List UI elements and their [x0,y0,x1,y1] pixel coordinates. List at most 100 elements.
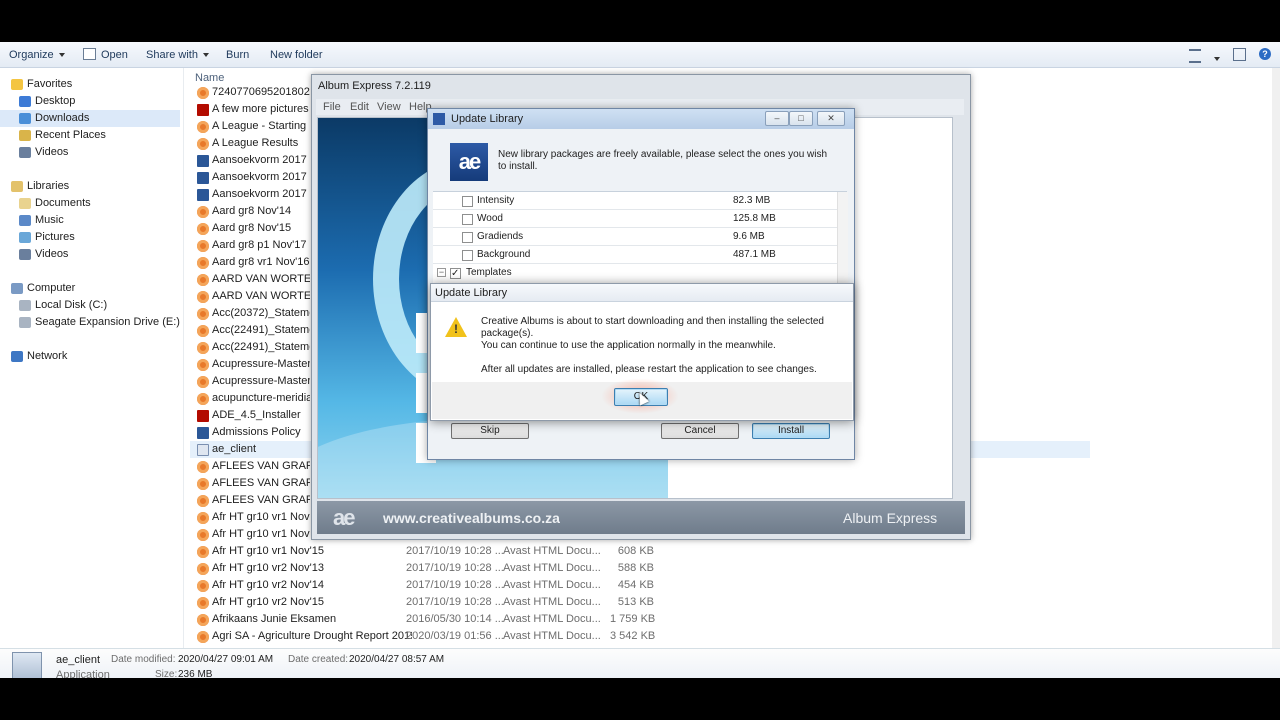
checkbox-gradiends[interactable] [462,232,473,243]
videos-icon [19,147,31,158]
details-pane: ae_client Application Date modified: 202… [0,648,1280,678]
scrollbar[interactable] [1272,68,1280,648]
group-name: Templates [466,267,512,278]
nav-documents[interactable]: Documents [0,195,180,212]
nav-recent-places[interactable]: Recent Places [0,127,180,144]
package-name: Wood [477,213,503,224]
file-type: Avast HTML Docu... [503,545,601,557]
update-library-title: Update Library [451,113,524,125]
open-button[interactable]: Open [83,47,128,63]
file-row[interactable]: Afr HT gr10 vr2 Nov'13 2017/10/19 10:28 .… [190,560,1090,577]
checkbox-intensity[interactable] [462,196,473,207]
red-icon [197,104,209,116]
package-group-row[interactable]: − Templates [433,264,837,282]
album-express-footer: ae www.creativealbums.co.za Album Expres… [317,501,965,534]
nav-pictures[interactable]: Pictures [0,229,180,246]
file-size: 454 KB [617,579,654,591]
maximize-button[interactable]: □ [789,111,813,126]
orange-icon [197,223,209,235]
file-size: 588 KB [617,562,654,574]
file-name: Aard gr8 vr1 Nov'16 [212,256,310,268]
close-button[interactable]: ✕ [817,111,845,126]
nav-seagate-label: Seagate Expansion Drive (E:) [35,316,180,328]
nav-local-disk[interactable]: Local Disk (C:) [0,297,180,314]
word-icon [197,172,209,184]
nav-desktop[interactable]: Desktop [0,93,180,110]
network-icon [11,351,23,362]
size-value: 236 MB [178,669,213,678]
cancel-button[interactable]: Cancel [661,423,739,439]
nav-music[interactable]: Music [0,212,180,229]
name-column-header[interactable]: Name [195,72,224,84]
nav-videos-favorite[interactable]: Videos [0,144,180,161]
package-row[interactable]: Intensity 82.3 MB [433,192,837,210]
package-row[interactable]: Background 487.1 MB [433,246,837,264]
footer-ae-logo: ae [333,505,356,530]
install-button[interactable]: Install [752,423,830,439]
orange-icon [197,614,209,626]
nav-pictures-label: Pictures [35,231,75,243]
details-name: ae_client [56,654,101,666]
menu-edit[interactable]: Edit [350,101,369,113]
file-date: 2017/10/19 10:28 ... [406,579,504,591]
file-row[interactable]: Afr HT gr10 vr1 Nov'15 2017/10/19 10:28 .… [190,543,1090,560]
file-name: Aard gr8 Nov'14 [212,205,292,217]
application-icon [12,652,42,678]
orange-icon [197,478,209,490]
minimize-button[interactable]: – [765,111,789,126]
new-folder-button[interactable]: New folder [270,47,323,63]
nav-downloads[interactable]: Downloads [0,110,180,127]
star-icon [11,79,23,90]
file-row[interactable]: Afr HT gr10 vr2 Nov'15 2017/10/19 10:28 .… [190,594,1090,611]
nav-network[interactable]: Network [0,348,180,365]
nav-libraries[interactable]: Libraries [0,178,180,195]
file-row[interactable]: Agri SA - Agriculture Drought Report 201… [190,628,1090,645]
package-size: 487.1 MB [733,249,776,260]
file-type: Avast HTML Docu... [503,630,601,642]
videos-icon [19,249,31,260]
file-name: Aansoekvorm 2017 vir 2 [212,188,310,200]
checkbox-wood[interactable] [462,214,473,225]
share-with-menu[interactable]: Share with [146,47,209,63]
file-name: AFLEES VAN GRAFIEKE [212,494,310,506]
nav-music-label: Music [35,214,64,226]
package-list-scrollbar[interactable] [837,192,848,284]
documents-icon [19,198,31,209]
menu-view[interactable]: View [377,101,401,113]
menu-file[interactable]: File [323,101,341,113]
file-row[interactable]: Afrikaans Junie Eksamen 2016/05/30 10:14 … [190,611,1090,628]
package-row[interactable]: Gradiends 9.6 MB [433,228,837,246]
preview-pane-icon[interactable] [1233,48,1246,61]
orange-icon [197,240,209,252]
organize-menu[interactable]: Organize [9,47,65,63]
orange-icon [197,342,209,354]
checkbox-background[interactable] [462,250,473,261]
orange-icon [197,631,209,643]
checkbox-templates[interactable] [450,265,461,282]
package-row[interactable]: Wood 125.8 MB [433,210,837,228]
burn-button[interactable]: Burn [226,47,249,63]
computer-icon [11,283,23,294]
file-name: AFLEES VAN GRAFIEKE [212,460,310,472]
file-type: Avast HTML Docu... [503,579,601,591]
file-row[interactable]: Afr HT gr10 vr2 Nov'14 2017/10/19 10:28 .… [190,577,1090,594]
help-icon[interactable]: ? [1259,48,1271,60]
file-name: Admissions Policy [212,426,301,438]
nav-computer[interactable]: Computer [0,280,180,297]
orange-icon [197,580,209,592]
alert-line-3: You can continue to use the application … [481,340,776,351]
skip-button[interactable]: Skip [451,423,529,439]
nav-favorites[interactable]: Favorites [0,76,180,93]
collapse-icon[interactable]: − [437,268,446,277]
file-name: Agri SA - Agriculture Drought Report 201… [212,630,412,642]
alert-line-2: package(s). [481,328,534,339]
file-name: Acc(22491)_Statement_ [212,341,310,353]
orange-icon [197,597,209,609]
nav-videos-library[interactable]: Videos [0,246,180,263]
view-chevron-icon[interactable] [1209,53,1220,65]
file-name: Aansoekvorm 2017 vir 2 [212,154,310,166]
view-options-icon[interactable] [1189,49,1201,63]
file-name: Acc(20372)_Statement_ [212,307,310,319]
package-list: Intensity 82.3 MB Wood 125.8 MB Gradiends 9… [433,191,848,284]
nav-seagate[interactable]: Seagate Expansion Drive (E:) [0,314,180,331]
